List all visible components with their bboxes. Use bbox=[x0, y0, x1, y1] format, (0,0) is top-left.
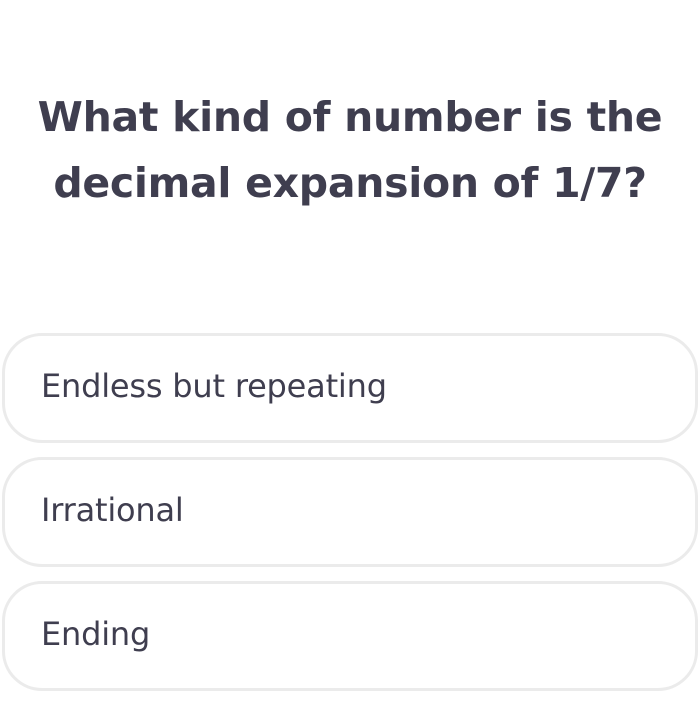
question-line-1: What kind of number is the bbox=[37, 93, 663, 141]
answer-option-label: Irrational bbox=[41, 491, 184, 529]
question-text: What kind of number is the decimal expan… bbox=[0, 84, 700, 216]
answer-options: Endless but repeating Irrational Ending bbox=[2, 333, 698, 705]
answer-option-endless-but-repeating[interactable]: Endless but repeating bbox=[2, 333, 698, 443]
answer-option-label: Endless but repeating bbox=[41, 367, 387, 405]
answer-option-ending[interactable]: Ending bbox=[2, 581, 698, 691]
answer-option-irrational[interactable]: Irrational bbox=[2, 457, 698, 567]
question-line-2: decimal expansion of 1/7? bbox=[53, 159, 647, 207]
answer-option-label: Ending bbox=[41, 615, 151, 653]
